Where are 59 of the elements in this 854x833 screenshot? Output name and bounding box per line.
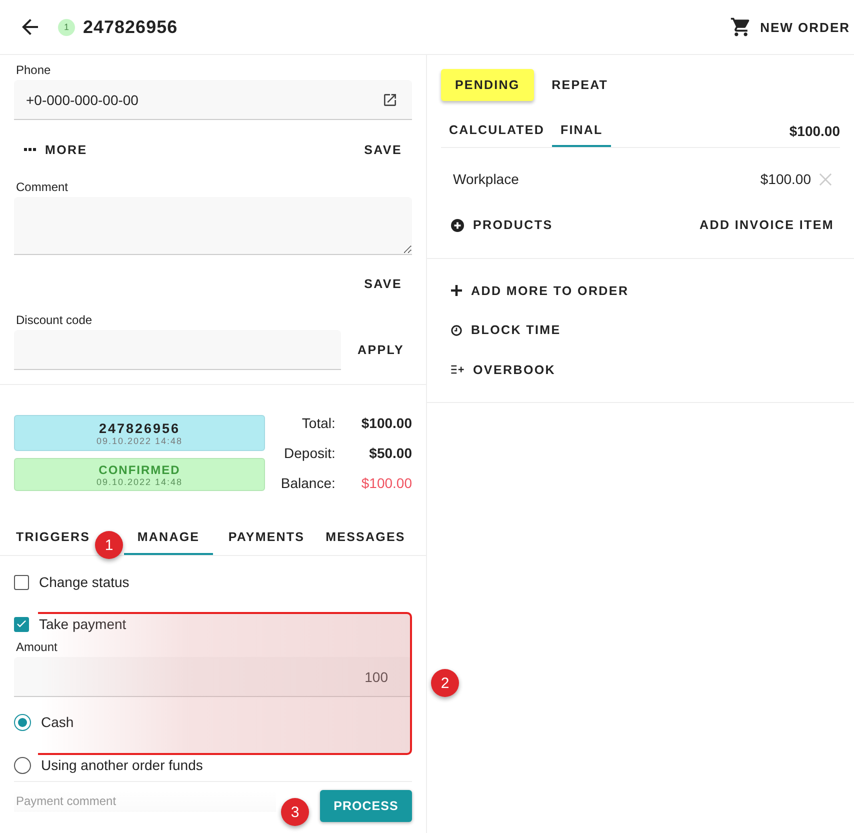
count-badge: 1: [58, 18, 75, 36]
checkbox[interactable]: [14, 616, 29, 632]
tab[interactable]: TRIGGERS: [14, 521, 92, 555]
total-value: $100.00: [361, 475, 412, 491]
callout-badge: 2: [431, 669, 459, 697]
total-value: $100.00: [361, 415, 412, 431]
dots-icon: [24, 148, 36, 152]
tab[interactable]: MANAGE: [124, 521, 213, 555]
total-label: Balance:: [280, 475, 336, 491]
status-button[interactable]: REPEAT: [548, 69, 612, 101]
callout-badge: 1: [95, 531, 123, 559]
radio-button[interactable]: [14, 714, 31, 730]
checkbox[interactable]: [14, 574, 29, 590]
action-button[interactable]: ADD MORE TO ORDER: [451, 271, 830, 310]
field-label: Phone: [15, 63, 52, 77]
more-button[interactable]: MORE: [24, 143, 88, 157]
field-label: Discount code: [15, 313, 94, 327]
discount-code-field[interactable]: [14, 330, 341, 370]
order-date: 09.10.2022 14:48: [96, 436, 183, 446]
apply-button[interactable]: APPLY: [357, 343, 404, 357]
item-name: Workplace: [453, 171, 519, 187]
external-link-icon[interactable]: [382, 92, 398, 108]
total-label: Deposit:: [283, 445, 336, 461]
action-button[interactable]: BLOCK TIME: [451, 310, 830, 350]
order-number: 247826956: [98, 420, 180, 436]
status-button[interactable]: PENDING: [441, 69, 534, 101]
phone-field[interactable]: +0-000-000-00-00: [14, 80, 412, 120]
radio-label: Using another order funds: [41, 757, 203, 773]
tab[interactable]: PAYMENTS: [213, 521, 320, 555]
field-label: Amount: [15, 640, 58, 654]
amount-field[interactable]: 100: [14, 657, 412, 697]
radio-label: Cash: [41, 714, 74, 730]
price-total: $100.00: [789, 123, 840, 139]
status-date: 09.10.2022 14:48: [96, 476, 183, 486]
item-price: $100.00: [760, 171, 811, 187]
products-button[interactable]: PRODUCTS: [451, 218, 553, 232]
checkbox-label: Change status: [39, 574, 130, 590]
comment-field[interactable]: [14, 197, 412, 255]
price-tab[interactable]: FINAL: [552, 115, 611, 147]
callout-badge: 3: [281, 798, 309, 826]
total-value: $50.00: [368, 445, 412, 461]
radio-button[interactable]: [14, 756, 31, 774]
action-button[interactable]: OVERBOOK: [451, 350, 830, 390]
field-label: Comment: [15, 180, 70, 194]
order-status: CONFIRMED: [98, 462, 180, 476]
order-title: 247826956: [83, 16, 178, 38]
total-label: Total:: [300, 415, 336, 431]
new-order-button[interactable]: NEW ORDER: [730, 16, 850, 38]
add-invoice-item-button[interactable]: ADD INVOICE ITEM: [700, 218, 834, 232]
clock-icon: [451, 324, 462, 336]
save-button[interactable]: SAVE: [364, 143, 402, 157]
list-plus-icon: [451, 365, 464, 374]
tab[interactable]: MESSAGES: [320, 521, 411, 555]
plus-icon: [451, 285, 462, 296]
process-button[interactable]: PROCESS: [320, 790, 412, 822]
price-tab[interactable]: CALCULATED: [441, 115, 552, 147]
save-button[interactable]: SAVE: [364, 277, 402, 291]
plus-circle-icon: [451, 218, 464, 232]
checkbox-label: Take payment: [39, 616, 126, 632]
